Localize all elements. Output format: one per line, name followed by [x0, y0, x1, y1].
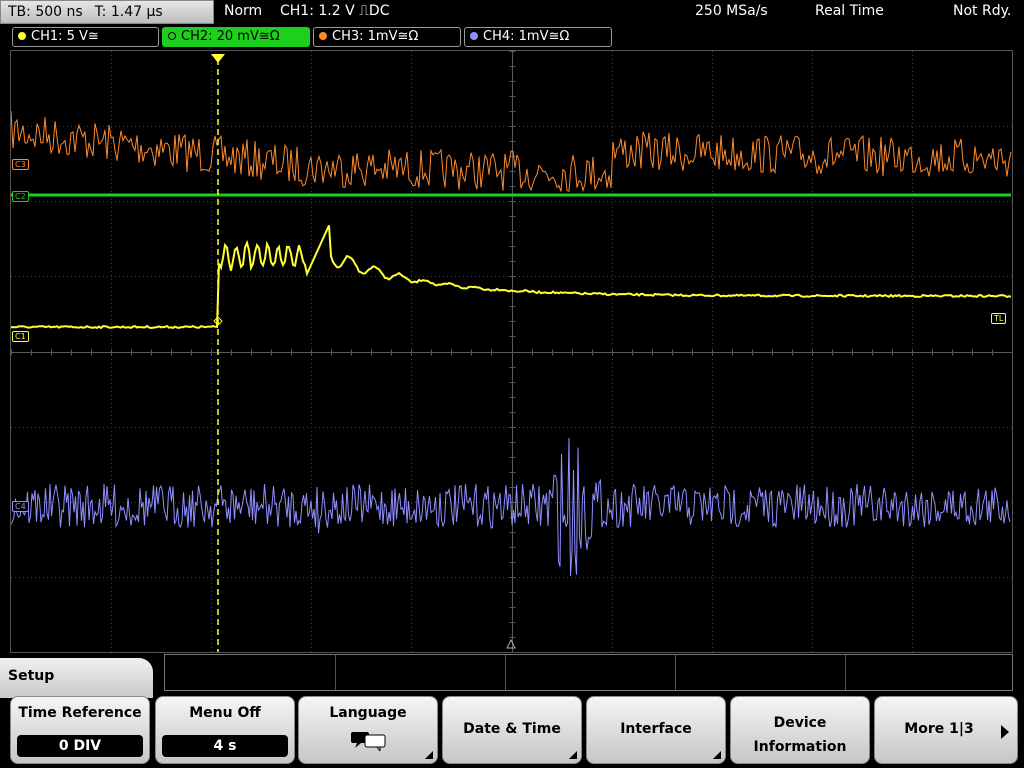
trigger-info[interactable]: CH1: 1.2 V ⎍DC	[280, 3, 389, 20]
date-time-label: Date & Time	[463, 721, 561, 737]
timebase-box[interactable]: TB: 500 ns T: 1.47 µs	[0, 0, 214, 24]
ch3-label: CH3: 1mV≅Ω	[332, 29, 419, 44]
language-label: Language	[329, 705, 407, 721]
ch1-ground-marker[interactable]: C1	[12, 331, 29, 342]
ch4-ground-marker[interactable]: C4	[12, 501, 29, 512]
tab-ch3[interactable]: CH3: 1mV≅Ω	[313, 27, 461, 47]
trigger-mode[interactable]: Norm	[224, 3, 262, 20]
ch4-color-dot	[470, 32, 478, 40]
speech-bubble-icon	[351, 732, 386, 751]
time-reference-value: 0 DIV	[17, 735, 143, 757]
sample-rate: 250 MSa/s	[695, 3, 768, 19]
ch2-label: CH2: 20 mV≅Ω	[181, 29, 280, 44]
time-reference-softkey[interactable]: Time Reference 0 DIV	[10, 696, 150, 764]
status-bar: TB: 500 ns T: 1.47 µs Norm CH1: 1.2 V ⎍DC…	[0, 0, 1024, 25]
more-label: More 1|3	[904, 721, 974, 737]
time-reference-label: Time Reference	[18, 705, 142, 721]
interface-label: Interface	[620, 721, 692, 737]
info-strip	[164, 654, 1013, 691]
ch3-color-dot	[319, 32, 327, 40]
tab-ch1[interactable]: CH1: 5 V≅	[12, 27, 159, 47]
submenu-indicator-icon	[425, 751, 433, 759]
traces	[11, 54, 1012, 652]
interface-softkey[interactable]: Interface	[586, 696, 726, 764]
trigger-position-marker	[211, 54, 225, 63]
menu-off-value: 4 s	[162, 735, 288, 757]
ch3-trace	[11, 110, 1012, 193]
waveform-display[interactable]: C3 C2 C1 C4 TL	[10, 50, 1013, 653]
submenu-indicator-icon	[713, 751, 721, 759]
menu-off-softkey[interactable]: Menu Off 4 s	[155, 696, 295, 764]
trigger-time-value: T: 1.47 µs	[94, 4, 163, 20]
timebase-value: TB: 500 ns	[8, 4, 83, 20]
device-information-softkey[interactable]: Device Information	[730, 696, 870, 764]
acquisition-state: Not Rdy.	[953, 3, 1012, 19]
center-marker-icon	[506, 638, 516, 649]
acquisition-mode: Real Time	[815, 3, 884, 19]
ch2-color-dot	[168, 32, 176, 40]
submenu-indicator-icon	[569, 751, 577, 759]
ch1-trace	[11, 224, 1012, 330]
tab-ch4[interactable]: CH4: 1mV≅Ω	[464, 27, 612, 47]
language-softkey[interactable]: Language	[298, 696, 438, 764]
arrow-right-icon	[1001, 725, 1009, 739]
ch3-ground-marker[interactable]: C3	[12, 159, 29, 170]
ch4-label: CH4: 1mV≅Ω	[483, 29, 570, 44]
device-information-label-1: Device	[773, 715, 827, 731]
tab-ch2[interactable]: CH2: 20 mV≅Ω	[162, 27, 310, 47]
ch4-trace	[11, 437, 1011, 577]
ch1-label: CH1: 5 V≅	[31, 29, 99, 44]
date-time-softkey[interactable]: Date & Time	[442, 696, 582, 764]
ch2-ground-marker[interactable]: C2	[12, 191, 29, 202]
trigger-level-marker[interactable]: TL	[991, 313, 1007, 324]
device-information-label-2: Information	[753, 739, 847, 755]
menu-off-label: Menu Off	[189, 705, 261, 721]
more-softkey[interactable]: More 1|3	[874, 696, 1018, 764]
ch1-color-dot	[18, 32, 26, 40]
menu-title: Setup	[0, 658, 153, 698]
